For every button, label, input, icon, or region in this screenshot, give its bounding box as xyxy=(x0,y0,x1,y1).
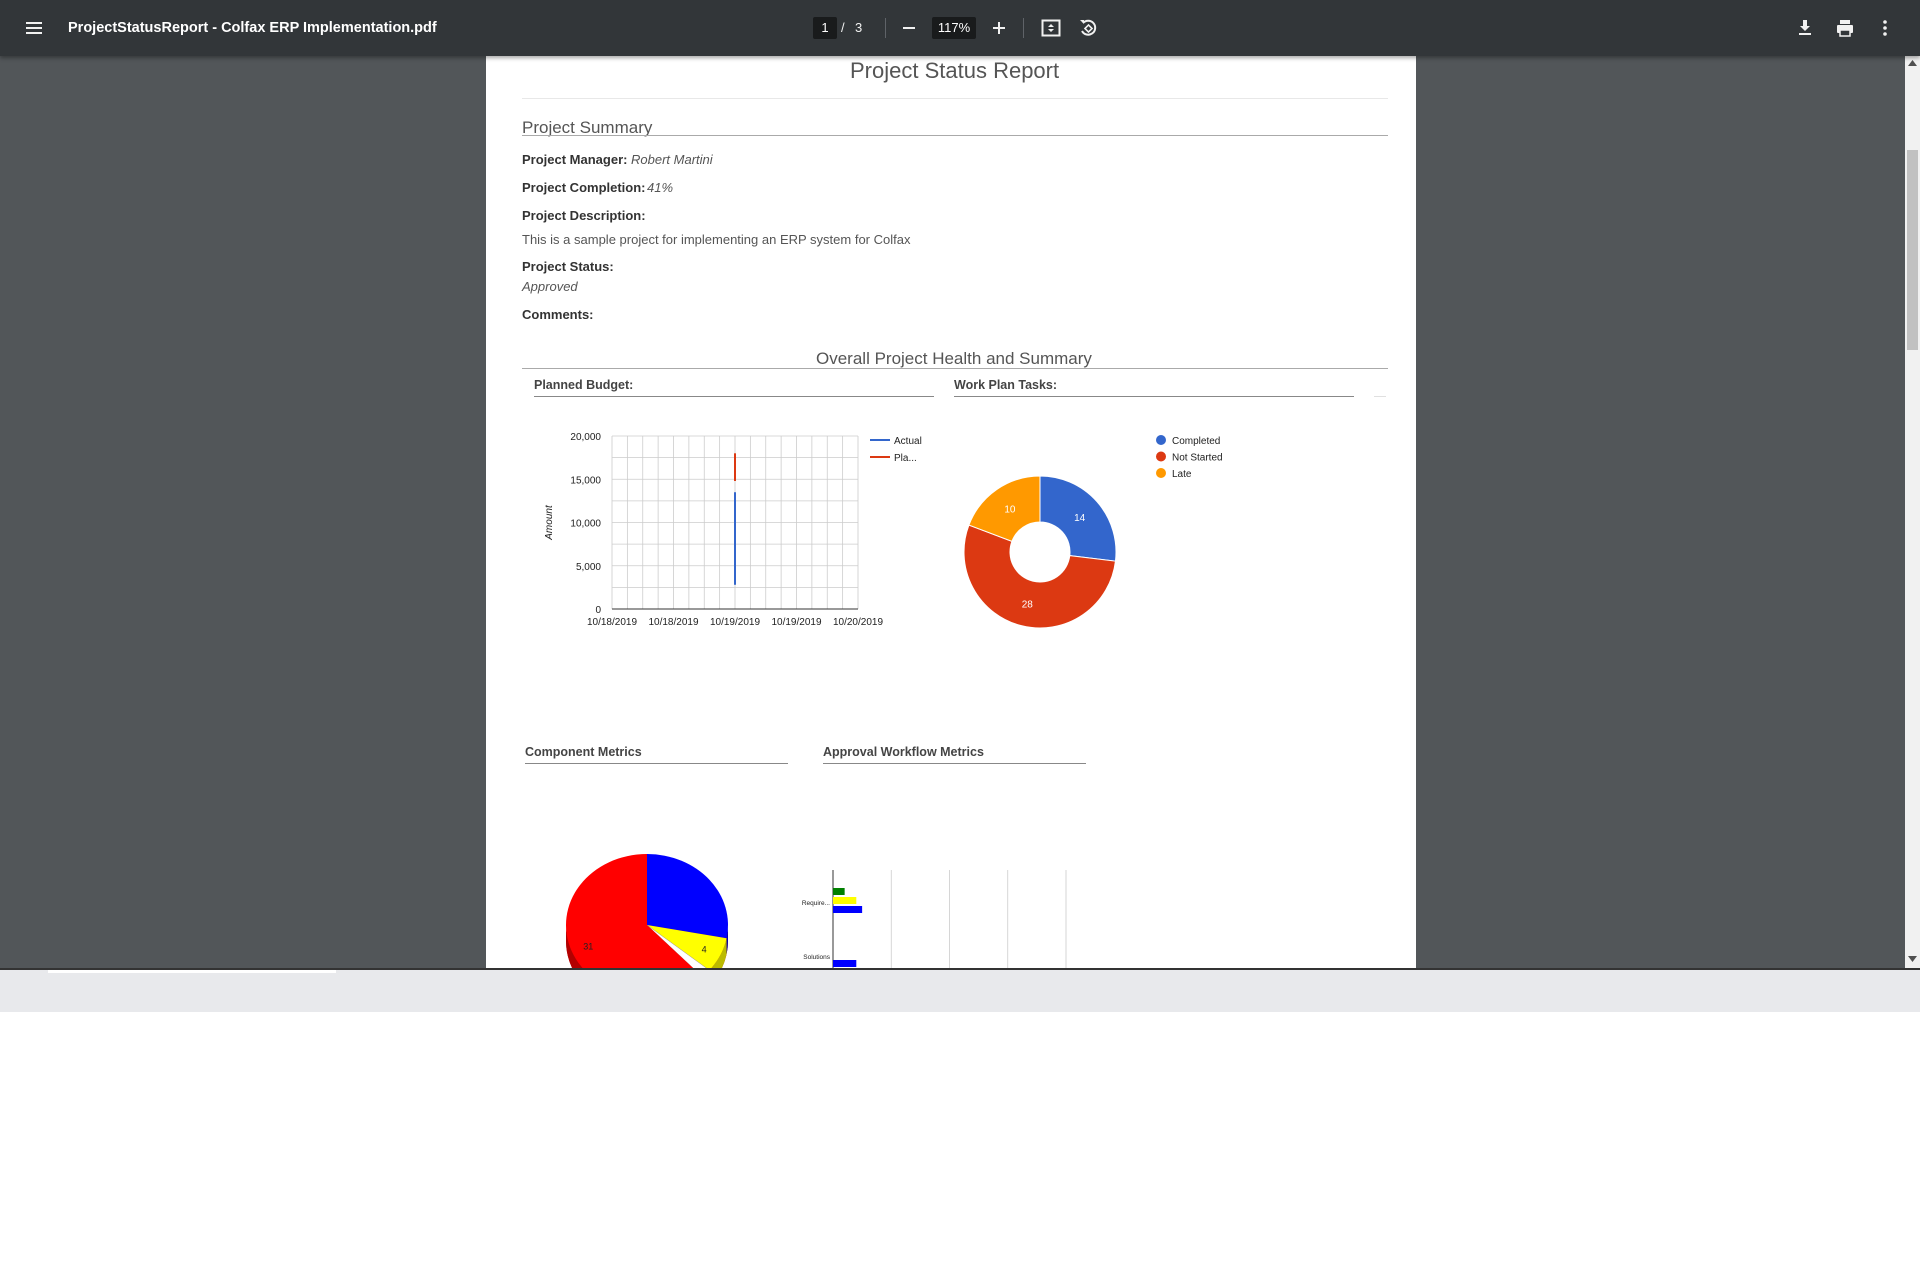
legend-label: Not Started xyxy=(1172,453,1223,464)
bar xyxy=(833,906,863,913)
document-title: ProjectStatusReport - Colfax ERP Impleme… xyxy=(68,20,437,36)
divider xyxy=(522,98,1388,99)
legend-swatch xyxy=(1156,468,1166,478)
print-icon[interactable] xyxy=(1833,16,1857,40)
menu-icon[interactable] xyxy=(24,18,44,38)
zoom-level-input[interactable]: 117% xyxy=(932,17,976,39)
description-value: This is a sample project for implementin… xyxy=(522,232,911,247)
budget-heading: Planned Budget: xyxy=(534,378,634,392)
horizontal-scrollbar[interactable] xyxy=(0,968,1920,1012)
y-tick-label: 10,000 xyxy=(570,519,601,530)
scroll-down-icon[interactable] xyxy=(1908,956,1917,962)
page-separator: / xyxy=(841,20,845,35)
category-label: Solutions xyxy=(803,954,830,961)
bar xyxy=(833,960,857,967)
pdf-viewer[interactable]: Project Status Report Project Summary Pr… xyxy=(0,56,1920,968)
component-heading: Component Metrics xyxy=(525,745,642,759)
y-axis-label: Amount xyxy=(544,504,555,541)
more-vert-icon[interactable] xyxy=(1873,16,1897,40)
scroll-up-icon[interactable] xyxy=(1908,60,1917,66)
pdf-page: Project Status Report Project Summary Pr… xyxy=(486,56,1416,968)
divider xyxy=(525,763,788,764)
legend-swatch xyxy=(1156,435,1166,445)
slice-value-label: 10 xyxy=(1004,504,1016,515)
pie-slice xyxy=(647,854,728,939)
bar xyxy=(833,897,857,904)
slice-value-label: 31 xyxy=(583,941,593,951)
budget-line-chart: 0 5,000 10,000 15,000 20,000 10/18/2019 10/18/… xyxy=(544,432,922,628)
zoom-in-icon[interactable] xyxy=(987,16,1011,40)
tasks-heading: Work Plan Tasks: xyxy=(954,378,1058,392)
legend-label: Pla... xyxy=(894,453,917,464)
page-number-input[interactable]: 1 xyxy=(813,17,837,39)
work-plan-donut-chart: 14 Completed 28 Not Started 10 Late xyxy=(963,435,1223,629)
completion-label: Project Completion: xyxy=(522,180,646,195)
y-tick-label: 0 xyxy=(595,605,601,616)
vertical-scrollbar[interactable] xyxy=(1905,56,1920,968)
component-3d-pie-chart: 4 31 xyxy=(566,854,728,968)
scrollbar-thumb[interactable] xyxy=(1907,150,1918,350)
x-tick-label: 10/19/2019 xyxy=(710,617,760,628)
x-tick-label: 10/20/2019 xyxy=(833,617,883,628)
report-title: Project Status Report xyxy=(850,58,1060,83)
slice-value-label: 28 xyxy=(1022,599,1034,610)
divider xyxy=(522,368,1388,369)
legend-label: Actual xyxy=(894,436,922,447)
comments-label: Comments: xyxy=(522,307,594,322)
fit-page-icon[interactable] xyxy=(1039,16,1063,40)
status-value: Approved xyxy=(522,279,578,294)
download-icon[interactable] xyxy=(1793,16,1817,40)
horizontal-scrollbar-thumb[interactable] xyxy=(48,970,336,973)
divider xyxy=(522,135,1388,136)
category-label: Require... xyxy=(802,900,830,907)
divider xyxy=(823,763,1086,764)
legend-label: Late xyxy=(1172,469,1192,480)
x-tick-label: 10/18/2019 xyxy=(648,617,698,628)
pdf-toolbar: ProjectStatusReport - Colfax ERP Impleme… xyxy=(0,0,1920,56)
divider xyxy=(1374,396,1386,397)
y-tick-label: 15,000 xyxy=(570,475,601,486)
rotate-icon[interactable] xyxy=(1076,16,1100,40)
y-tick-label: 20,000 xyxy=(570,432,601,443)
bar xyxy=(833,888,845,895)
x-tick-label: 10/19/2019 xyxy=(771,617,821,628)
approval-heading: Approval Workflow Metrics xyxy=(823,745,984,759)
zoom-out-icon[interactable] xyxy=(897,16,921,40)
toolbar-divider xyxy=(885,18,886,38)
x-tick-label: 10/18/2019 xyxy=(587,617,637,628)
page-total: 3 xyxy=(855,20,863,35)
manager-label: Project Manager: xyxy=(522,152,628,167)
slice-value-label: 4 xyxy=(702,945,707,955)
health-heading: Overall Project Health and Summary xyxy=(816,349,1092,368)
description-label: Project Description: xyxy=(522,208,646,223)
completion-value: 41% xyxy=(647,180,674,195)
approval-bar-chart: Require...SolutionsTestScenario xyxy=(802,870,1067,968)
legend-label: Completed xyxy=(1172,436,1220,447)
y-tick-label: 5,000 xyxy=(576,562,601,573)
manager-value: Robert Martini xyxy=(631,152,713,167)
status-label: Project Status: xyxy=(522,259,614,274)
slice-value-label: 14 xyxy=(1074,513,1086,524)
toolbar-divider xyxy=(1023,18,1024,38)
legend-swatch xyxy=(1156,451,1166,462)
